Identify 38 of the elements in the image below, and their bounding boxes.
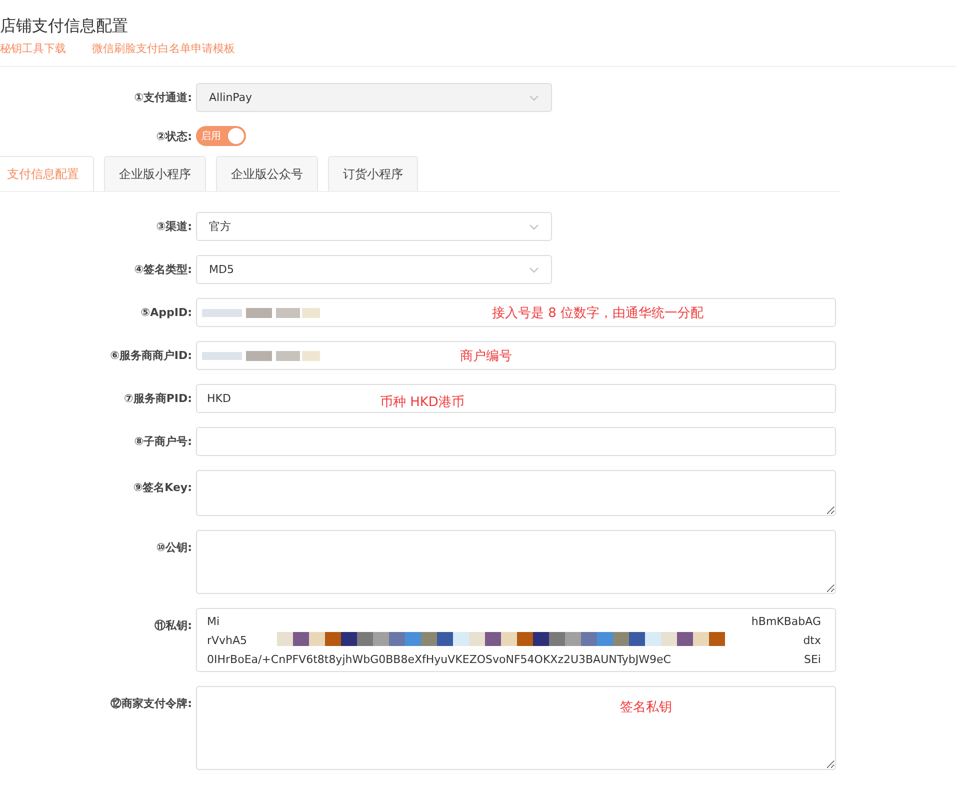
tab[interactable]: 企业版公众号 — [216, 156, 318, 191]
caret-icon — [529, 266, 539, 272]
field-label: ④签名类型: — [133, 262, 193, 277]
key-text: rVvhA5 — [207, 633, 248, 649]
key-text: hBmKBabAG — [751, 614, 821, 630]
annotation-text: 商户编号 — [460, 348, 512, 365]
key-text: dtx — [803, 633, 821, 649]
field-label: ⑨签名Key: — [132, 480, 193, 495]
field-label: ⑦服务商PID: — [123, 391, 193, 406]
input-field[interactable] — [196, 341, 836, 370]
key-text: 0IHrBoEa/+CnPFV6t8t8yjhWbG0BB8eXfHyuVKEZOSvoNF54OKXz2U3BAUNTybJW9eC — [207, 652, 671, 668]
field-label: ⑤AppID: — [140, 306, 193, 319]
page-title: 店铺支付信息配置 — [0, 16, 129, 37]
dropdown-field[interactable]: MD5 — [196, 255, 552, 284]
field-label: ①支付通道: — [133, 90, 193, 105]
input-field[interactable] — [196, 298, 836, 327]
text-area[interactable] — [196, 530, 836, 594]
field-label: ⑥服务商商户ID: — [109, 348, 193, 363]
key-text: Mi — [207, 614, 220, 630]
key-text: SEi — [804, 652, 821, 668]
input-field[interactable] — [196, 427, 836, 456]
annotation-text: 币种 HKD港币 — [380, 394, 464, 411]
field-label: ⑫商家支付令牌: — [110, 696, 193, 711]
text-area[interactable] — [196, 686, 836, 770]
tab[interactable]: 订货小程序 — [328, 156, 418, 191]
field-label: ⑪私钥: — [154, 618, 193, 633]
field-label: ②状态: — [155, 128, 193, 144]
dropdown-field[interactable]: 官方 — [196, 212, 552, 241]
field-label: ⑧子商户号: — [133, 434, 193, 449]
caret-icon — [529, 224, 539, 230]
annotation-text: 签名私钥 — [620, 699, 672, 716]
field-label: ⑩公钥: — [155, 540, 193, 555]
annotation-text: 接入号是 8 位数字，由通华统一分配 — [492, 305, 704, 322]
field-label: ③渠道: — [155, 219, 193, 234]
text-area[interactable]: Mi hBmKBabAG rVvhA5 dtx 0IHrBoEa/+CnPFV6t8t8yjhWbG0BB8eXfHyuVKEZOSvoNF54OKXz2U3BAUNTybJW9eC SEi — [196, 608, 836, 672]
caret-icon — [529, 94, 539, 100]
text-area[interactable] — [196, 470, 836, 516]
tab[interactable]: 企业版小程序 — [104, 156, 206, 191]
